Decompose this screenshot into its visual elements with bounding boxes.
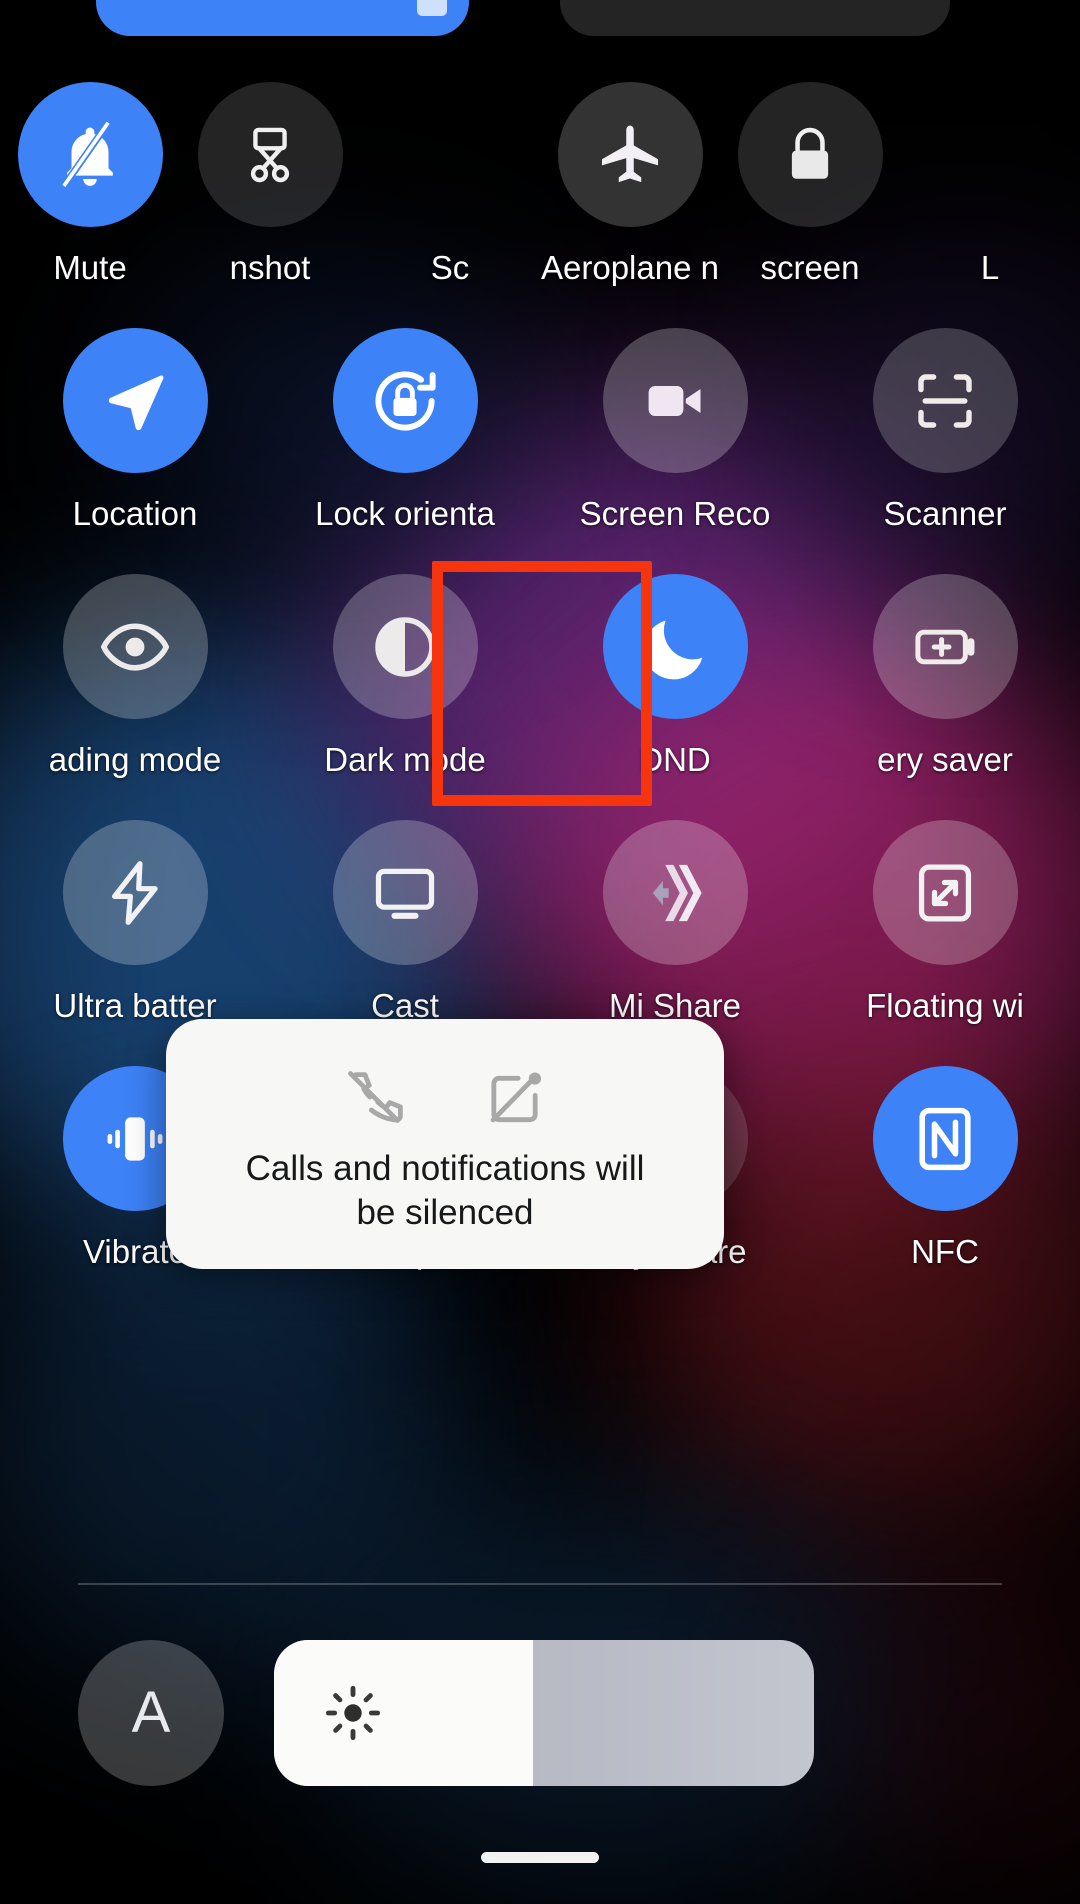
rotation-lock-icon — [375, 370, 436, 431]
moon-icon — [643, 620, 703, 679]
brightness-slider[interactable] — [274, 1640, 814, 1786]
quick-settings-screen: Mute nshot Sc Aeroplane n screen L Locat… — [0, 0, 1080, 1904]
auto-brightness-button[interactable]: A — [78, 1640, 224, 1786]
notification-off-icon — [490, 1072, 542, 1123]
tile-label: ery saver — [877, 741, 1013, 778]
tile-cell-nfc[interactable]: NFC — [810, 1066, 1080, 1312]
tile-label: Lock orienta — [315, 495, 495, 532]
brightness-slider-fill — [274, 1640, 534, 1786]
aeroplane-mode-tile[interactable] — [557, 82, 703, 227]
airplane-icon — [601, 125, 659, 182]
scissors-icon — [250, 127, 290, 182]
navigation-arrow-icon — [108, 375, 164, 430]
floating-window-icon — [918, 863, 972, 922]
mi-share-tile[interactable] — [602, 820, 748, 965]
floating-window-tile[interactable] — [872, 820, 1018, 965]
monitor-icon — [375, 868, 435, 919]
tile-label: Location — [72, 495, 198, 532]
dnd-tile[interactable] — [602, 574, 748, 719]
wifi-pill-indicator — [417, 0, 447, 16]
tile-cell-scanner[interactable]: Scanner — [810, 328, 1080, 574]
nfc-icon — [919, 1107, 971, 1170]
auto-brightness-label: A — [131, 1680, 171, 1745]
tile-label: Floating wi — [866, 987, 1024, 1024]
toast-icon-row — [342, 1065, 548, 1129]
tile-cell-battery-saver[interactable]: ery saver — [810, 574, 1080, 820]
tile-cell-partial-l: L — [900, 82, 1080, 328]
tile-label: Scanner — [883, 495, 1007, 532]
tile-cell-mute[interactable]: Mute — [0, 82, 180, 328]
tile-cell-partial-sc: Sc — [360, 82, 540, 328]
cast-tile[interactable] — [332, 820, 478, 965]
wifi-pill[interactable] — [96, 0, 469, 36]
tile-label: Sc — [430, 249, 470, 286]
tile-label: DND — [639, 741, 711, 778]
reading-mode-tile[interactable] — [62, 574, 208, 719]
tile-cell-location[interactable]: Location — [0, 328, 270, 574]
tile-row-3: ading mode Dark mode DND ery saver — [0, 574, 1080, 820]
tile-label: Dark mode — [324, 741, 486, 778]
lightning-bolt-icon — [112, 860, 158, 925]
video-camera-icon — [648, 385, 701, 416]
mi-share-icon — [652, 864, 702, 921]
lock-orientation-tile[interactable] — [332, 328, 478, 473]
tile-cell-floating-window[interactable]: Floating wi — [810, 820, 1080, 1066]
section-divider — [78, 1583, 1002, 1585]
brightness-row: A — [0, 1640, 1080, 1786]
dnd-toast: Calls and notifications will be silenced — [166, 1019, 724, 1269]
tile-label: NFC — [911, 1233, 979, 1270]
partial-tile-placeholder — [378, 82, 523, 227]
home-indicator[interactable] — [481, 1852, 599, 1863]
vibrate-icon — [107, 1116, 163, 1161]
tile-row-1: Mute nshot Sc Aeroplane n screen L — [0, 82, 1080, 328]
top-toggle-pills — [0, 0, 1080, 40]
tile-cell-lockscreen[interactable]: screen — [720, 82, 900, 328]
scan-frame-icon — [918, 373, 972, 428]
tile-cell-screenshot[interactable]: nshot — [180, 82, 360, 328]
tile-cell-dnd[interactable]: DND — [540, 574, 810, 820]
location-tile[interactable] — [62, 328, 208, 473]
tile-label: ading mode — [48, 741, 222, 778]
tile-label: Screen Reco — [579, 495, 771, 532]
bell-off-icon — [59, 121, 113, 190]
lock-screen-tile[interactable] — [737, 82, 883, 227]
eye-icon — [100, 622, 170, 671]
mute-tile[interactable] — [17, 82, 163, 227]
toast-message: Calls and notifications will be silenced — [245, 1149, 645, 1232]
partial-tile-placeholder — [918, 82, 1063, 227]
tile-row-2: Location Lock orienta Screen Reco Scanne… — [0, 328, 1080, 574]
tile-cell-dark-mode[interactable]: Dark mode — [270, 574, 540, 820]
scanner-tile[interactable] — [872, 328, 1018, 473]
dark-mode-tile[interactable] — [332, 574, 478, 719]
tile-cell-lock-orientation[interactable]: Lock orienta — [270, 328, 540, 574]
tile-cell-aeroplane[interactable]: Aeroplane n — [540, 82, 720, 328]
battery-saver-tile[interactable] — [872, 574, 1018, 719]
phone-off-icon — [348, 1071, 403, 1123]
ultra-battery-saver-tile[interactable] — [62, 820, 208, 965]
tile-label: L — [980, 249, 1000, 286]
screen-recorder-tile[interactable] — [602, 328, 748, 473]
tile-cell-screen-recorder[interactable]: Screen Reco — [540, 328, 810, 574]
nfc-tile[interactable] — [872, 1066, 1018, 1211]
tile-label: nshot — [229, 249, 311, 286]
mobile-data-pill[interactable] — [560, 0, 950, 36]
contrast-icon — [375, 616, 435, 677]
tile-label: Mute — [53, 249, 127, 286]
battery-plus-icon — [915, 629, 975, 664]
screenshot-tile[interactable] — [197, 82, 343, 227]
brightness-sun-icon — [325, 1685, 381, 1741]
tile-label: screen — [760, 249, 860, 286]
lock-icon — [791, 127, 829, 179]
tile-cell-reading-mode[interactable]: ading mode — [0, 574, 270, 820]
tile-label: Aeroplane n — [541, 249, 719, 286]
